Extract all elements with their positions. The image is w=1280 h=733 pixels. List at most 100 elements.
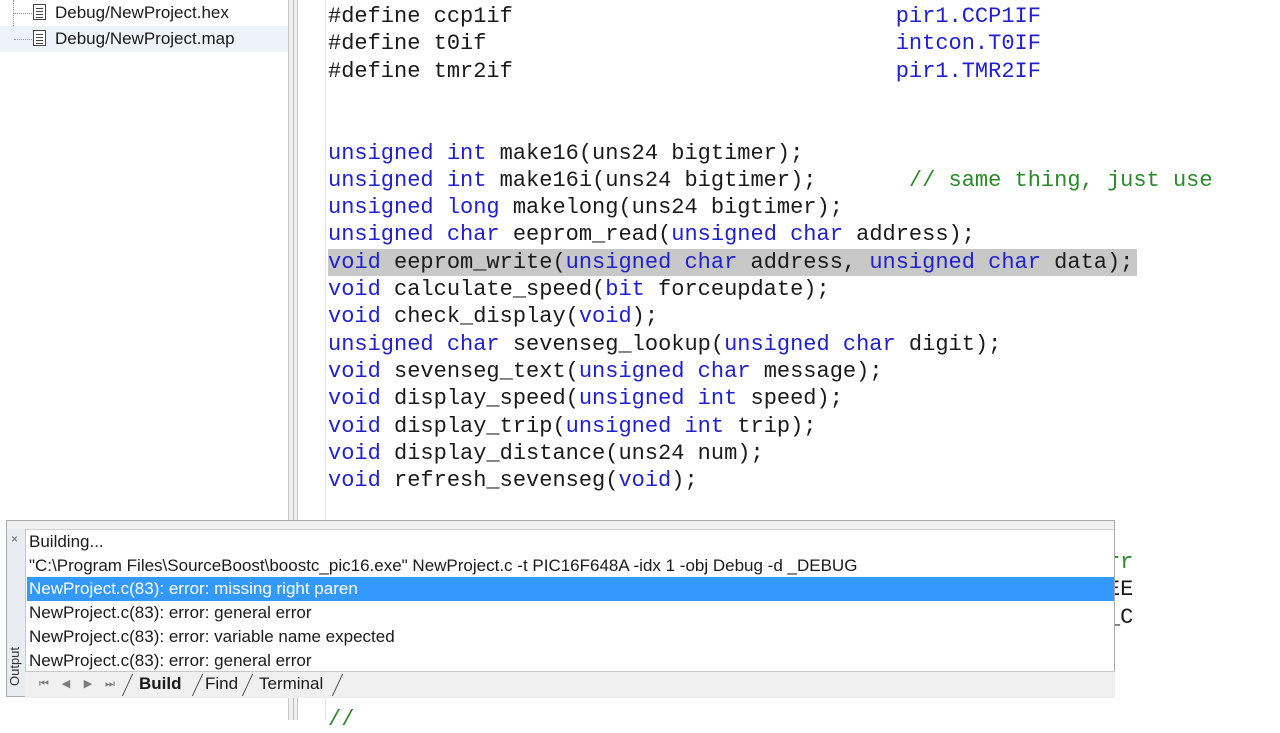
code-line: void eeprom_write(unsigned char address,… — [328, 248, 1138, 276]
next-icon[interactable]: ▶ — [81, 677, 95, 691]
output-line[interactable]: NewProject.c(83): error: general error — [27, 649, 1114, 673]
code-keyword: unsigned char — [565, 249, 738, 275]
code-comment: // same thing, just use — [908, 167, 1213, 193]
code-keyword: unsigned long — [328, 195, 500, 221]
code-token: eeprom_read( — [499, 222, 672, 248]
code-token: display_trip( — [380, 413, 566, 439]
code-token: digit); — [895, 331, 1002, 357]
output-line[interactable]: Building... — [27, 530, 1114, 554]
code-line: unsigned char eeprom_read(unsigned char … — [328, 221, 975, 248]
code-keyword: pir1.TMR2IF — [895, 58, 1041, 84]
code-keyword: void — [328, 304, 381, 330]
code-line: void display_distance(uns24 num); — [328, 440, 764, 467]
code-line: unsigned char sevenseg_lookup(unsigned c… — [328, 331, 1001, 358]
code-line: void display_trip(unsigned int trip); — [328, 413, 817, 440]
tree-item-hex[interactable]: Debug/NewProject.hex — [0, 0, 288, 26]
code-token: address, — [737, 249, 870, 275]
first-page-icon[interactable]: ⏮ — [37, 677, 51, 691]
output-panel-border — [7, 521, 1114, 530]
tab-build[interactable]: Build — [139, 674, 182, 694]
code-keyword: void — [328, 386, 381, 412]
code-keyword: void — [328, 468, 381, 494]
code-line: unsigned long makelong(uns24 bigtimer); — [328, 194, 843, 221]
output-line[interactable]: NewProject.c(83): error: general error — [27, 601, 1114, 625]
code-token: sevenseg_lookup( — [499, 331, 725, 357]
code-token: calculate_speed( — [380, 277, 606, 302]
tab-find[interactable]: Find — [205, 674, 238, 694]
code-keyword: unsigned char — [671, 222, 843, 248]
code-keyword: void — [328, 413, 381, 439]
tab-separator — [193, 674, 203, 696]
code-token: data); — [1040, 249, 1134, 275]
code-keyword: unsigned char — [724, 331, 896, 357]
code-line: unsigned int make16(uns24 bigtimer); — [328, 140, 803, 167]
code-keyword: void — [578, 304, 632, 330]
code-line: void refresh_sevenseg(void); — [328, 467, 698, 494]
code-line: #define tmr2if pir1.TMR2IF — [328, 58, 1041, 85]
code-keyword: void — [328, 249, 381, 275]
code-token: #define ccp1if — [328, 4, 513, 29]
code-token: forceupdate); — [644, 277, 830, 302]
code-token: eeprom_write( — [380, 249, 566, 275]
code-line: void calculate_speed(bit forceupdate); — [328, 276, 830, 303]
code-line: #define t0if intcon.T0IF — [328, 30, 1041, 57]
tree-branch-line — [14, 13, 32, 14]
code-token: make16i(uns24 bigtimer); — [486, 167, 909, 193]
code-line: unsigned int make16i(uns24 bigtimer); //… — [328, 167, 1213, 194]
code-token: #define tmr2if — [328, 58, 513, 84]
code-keyword: void — [328, 277, 381, 302]
code-keyword: unsigned int — [565, 413, 725, 439]
code-token: trip); — [724, 413, 817, 439]
code-token: check_display( — [380, 304, 579, 330]
output-line-selected[interactable]: NewProject.c(83): error: missing right p… — [27, 577, 1114, 602]
code-line: void sevenseg_text(unsigned char message… — [328, 358, 883, 385]
code-keyword: unsigned int — [328, 167, 487, 193]
output-tab-bar: ⏮ ◀ ▶ ⏭ Build Find Terminal — [25, 671, 1115, 698]
output-line[interactable]: "C:\Program Files\SourceBoost\boostc_pic… — [27, 554, 1114, 578]
code-keyword: void — [328, 358, 381, 384]
code-token: speed); — [737, 386, 843, 412]
tree-item-map[interactable]: Debug/NewProject.map — [0, 26, 288, 52]
code-keyword: void — [618, 468, 672, 494]
output-line[interactable]: NewProject.c(83): error: variable name e… — [27, 625, 1114, 649]
code-keyword: intcon.T0IF — [895, 31, 1041, 57]
code-token: display_speed( — [380, 386, 579, 412]
code-keyword: unsigned int — [328, 140, 487, 166]
previous-icon[interactable]: ◀ — [59, 677, 73, 691]
code-keyword: void — [328, 440, 381, 466]
tree-item-label: Debug/NewProject.hex — [55, 3, 229, 22]
code-token: refresh_sevenseg( — [380, 468, 619, 494]
code-keyword: unsigned char — [869, 249, 1041, 275]
tab-separator — [123, 674, 133, 696]
tree-branch-line — [14, 39, 32, 40]
code-line: void display_speed(unsigned int speed); — [328, 385, 843, 412]
code-token: make16(uns24 bigtimer); — [486, 140, 804, 166]
tab-separator — [243, 674, 253, 696]
close-icon[interactable]: × — [11, 533, 18, 545]
code-keyword: unsigned char — [328, 331, 500, 357]
tab-terminal[interactable]: Terminal — [259, 674, 323, 694]
output-sidebar: × Output — [7, 529, 26, 696]
code-keyword: unsigned char — [578, 358, 751, 384]
tree-item-label: Debug/NewProject.map — [55, 29, 235, 48]
code-token: sevenseg_text( — [380, 358, 579, 384]
code-token: message); — [750, 358, 883, 384]
code-token: makelong(uns24 bigtimer); — [499, 195, 843, 221]
output-panel: × Output Building... "C:\Program Files\So… — [6, 520, 1115, 698]
code-keyword: unsigned int — [578, 386, 738, 412]
output-panel-title: Output — [7, 646, 23, 687]
tab-separator — [333, 674, 343, 696]
code-token: display_distance(uns24 num); — [380, 440, 764, 466]
code-line: #define ccp1if pir1.CCP1IF — [328, 3, 1041, 30]
code-line: void check_display(void); — [328, 303, 658, 330]
file-icon — [33, 4, 46, 20]
code-token: #define t0if — [328, 31, 487, 57]
last-page-icon[interactable]: ⏭ — [103, 677, 117, 691]
code-keyword: pir1.CCP1IF — [895, 4, 1041, 29]
code-token: ); — [631, 304, 659, 330]
code-token: address); — [842, 222, 975, 248]
code-token: ); — [671, 468, 698, 494]
